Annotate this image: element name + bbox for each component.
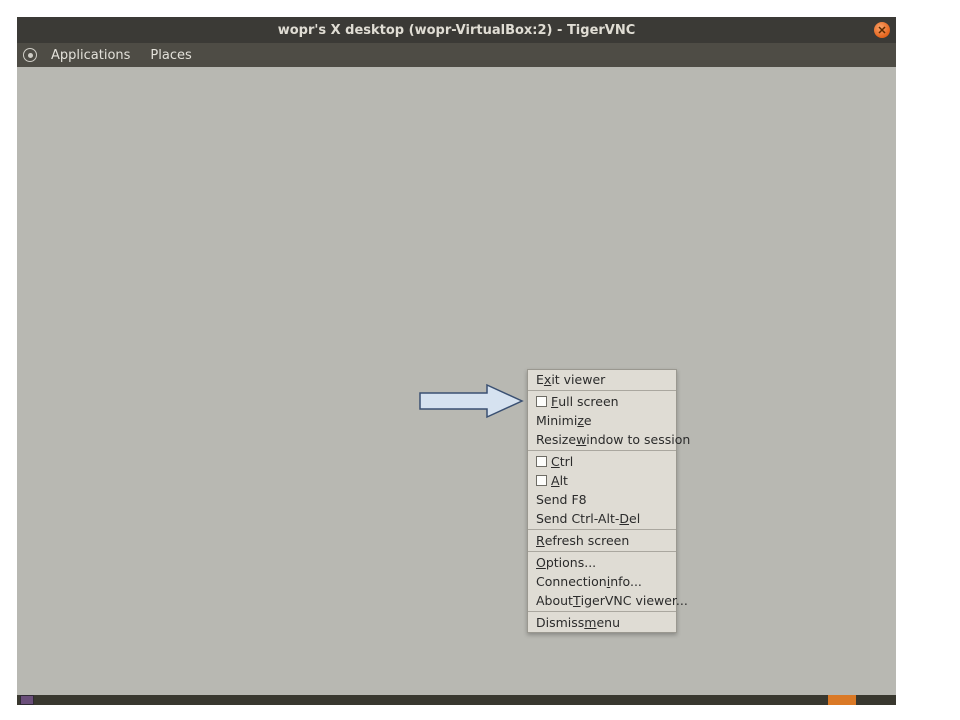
- menu-resize-window[interactable]: Resize window to session: [528, 430, 676, 449]
- taskbar[interactable]: [17, 695, 896, 705]
- menu-dismiss[interactable]: Dismiss menu: [528, 613, 676, 632]
- separator: [528, 611, 676, 612]
- menu-options[interactable]: Options...: [528, 553, 676, 572]
- distributor-logo-icon[interactable]: [23, 48, 37, 62]
- close-button[interactable]: [874, 22, 890, 38]
- close-icon: [878, 26, 886, 34]
- separator: [528, 529, 676, 530]
- taskbar-app-icon[interactable]: [20, 695, 34, 705]
- titlebar[interactable]: wopr's X desktop (wopr-VirtualBox:2) - T…: [17, 17, 896, 43]
- separator: [528, 450, 676, 451]
- checkbox-icon: [536, 456, 547, 467]
- desktop-area[interactable]: Exit viewer Full screen Minimize Resize …: [17, 67, 896, 695]
- separator: [528, 390, 676, 391]
- menu-exit-viewer[interactable]: Exit viewer: [528, 370, 676, 389]
- taskbar-accent: [828, 695, 856, 705]
- checkbox-icon: [536, 396, 547, 407]
- menu-connection-info[interactable]: Connection info...: [528, 572, 676, 591]
- menu-minimize[interactable]: Minimize: [528, 411, 676, 430]
- window-title: wopr's X desktop (wopr-VirtualBox:2) - T…: [278, 23, 636, 38]
- menu-full-screen[interactable]: Full screen: [528, 392, 676, 411]
- menu-applications[interactable]: Applications: [43, 46, 138, 65]
- menu-about[interactable]: About TigerVNC viewer...: [528, 591, 676, 610]
- menu-refresh-screen[interactable]: Refresh screen: [528, 531, 676, 550]
- checkbox-icon: [536, 475, 547, 486]
- menu-ctrl[interactable]: Ctrl: [528, 452, 676, 471]
- menu-alt[interactable]: Alt: [528, 471, 676, 490]
- separator: [528, 551, 676, 552]
- menubar: Applications Places: [17, 43, 896, 67]
- vnc-context-menu: Exit viewer Full screen Minimize Resize …: [527, 369, 677, 633]
- arrow-annotation-icon: [417, 383, 527, 423]
- menu-places[interactable]: Places: [142, 46, 199, 65]
- vnc-window: wopr's X desktop (wopr-VirtualBox:2) - T…: [17, 17, 896, 705]
- menu-send-f8[interactable]: Send F8: [528, 490, 676, 509]
- menu-send-ctrl-alt-del[interactable]: Send Ctrl-Alt-Del: [528, 509, 676, 528]
